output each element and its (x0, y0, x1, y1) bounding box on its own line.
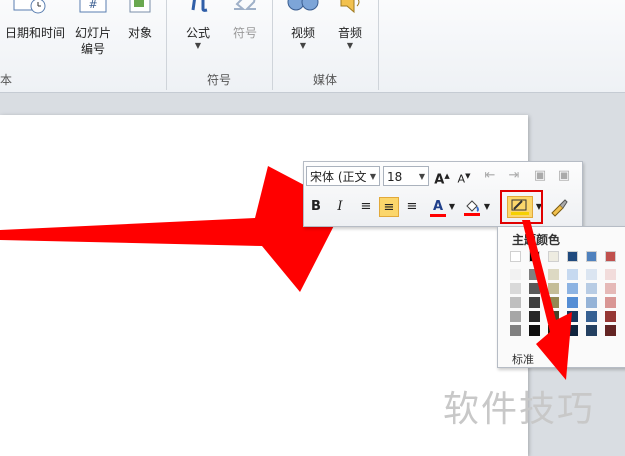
align-right-icon[interactable]: ≡ (402, 197, 422, 217)
font-color-button[interactable]: A (428, 197, 448, 217)
color-swatch[interactable] (586, 251, 597, 262)
equation-label: 公式 (185, 26, 210, 40)
group-media-label: 媒体 (313, 73, 338, 87)
video-label: 视频 (290, 26, 315, 40)
shrink-font-button[interactable]: A▼ (454, 166, 474, 186)
color-swatch[interactable] (510, 325, 521, 336)
color-swatch[interactable] (586, 311, 597, 322)
format-painter-icon[interactable] (548, 197, 568, 217)
bold-button[interactable]: B (306, 197, 326, 217)
red-down-arrow-annotation (522, 220, 572, 380)
align-center-icon[interactable]: ≡ (379, 197, 399, 217)
color-swatch[interactable] (510, 283, 521, 294)
color-swatch[interactable] (605, 269, 616, 280)
chevron-down-icon: ▼ (346, 41, 354, 50)
color-swatch[interactable] (605, 297, 616, 308)
chevron-down-icon[interactable]: ▼ (447, 197, 457, 217)
omega-icon (232, 0, 258, 14)
equation-button[interactable]: 公式 ▼ (178, 25, 218, 51)
color-swatch[interactable] (586, 297, 597, 308)
slide-number-icon: # (79, 0, 107, 16)
bold-glyph: B (311, 199, 321, 214)
font-color-glyph: A (432, 199, 444, 214)
group-separator (166, 0, 167, 90)
italic-glyph: I (337, 199, 343, 214)
font-name-combo[interactable]: 宋体 (正文 ▼ (306, 166, 380, 186)
chevron-down-icon: ▼ (418, 172, 425, 181)
object-button[interactable]: 对象 (120, 25, 160, 41)
color-swatch[interactable] (510, 297, 521, 308)
group-text-label: 本 (0, 73, 13, 87)
watermark-text: 软件技巧 (443, 389, 596, 430)
pi-icon (186, 0, 212, 14)
decrease-indent-icon[interactable]: ⇤ (480, 166, 500, 186)
color-swatch[interactable] (510, 269, 521, 280)
symbol-label: 符号 (232, 26, 257, 40)
grow-font-button[interactable]: A▲ (432, 166, 452, 188)
red-arrow-annotation (0, 166, 344, 292)
group-separator (272, 0, 273, 90)
color-swatch[interactable] (586, 283, 597, 294)
italic-button[interactable]: I (330, 197, 350, 217)
insert-ribbon: 日期和时间 # 幻灯片 编号 对象 本 公式 ▼ 符号 符号 视频 ▼ 音频 ▼… (0, 0, 625, 93)
color-swatch[interactable] (605, 283, 616, 294)
color-swatch[interactable] (605, 311, 616, 322)
align-left-icon[interactable]: ≡ (356, 197, 376, 217)
shrink-font-glyph: A (457, 172, 466, 186)
highlight-box-annotation (500, 190, 543, 224)
video-button[interactable]: 视频 ▼ (283, 25, 323, 51)
grow-font-glyph: A (434, 172, 445, 188)
calendar-clock-icon (12, 0, 46, 16)
slide-number-label-line2: 编号 (80, 42, 105, 56)
color-swatch[interactable] (510, 311, 521, 322)
color-swatch[interactable] (586, 325, 597, 336)
chevron-down-icon[interactable]: ▼ (482, 197, 492, 217)
film-reel-icon (286, 0, 320, 16)
color-swatch[interactable] (605, 325, 616, 336)
audio-button[interactable]: 音频 ▼ (330, 25, 370, 51)
slide-number-button[interactable]: 幻灯片 编号 (70, 25, 116, 57)
color-swatch[interactable] (605, 251, 616, 262)
font-color-underline (430, 214, 446, 217)
paint-bucket-icon[interactable] (462, 197, 482, 217)
chevron-down-icon: ▼ (194, 41, 202, 50)
datetime-button[interactable]: 日期和时间 (0, 25, 71, 41)
datetime-label: 日期和时间 (4, 26, 65, 40)
chevron-down-icon: ▼ (299, 41, 307, 50)
font-name-value: 宋体 (正文 (310, 170, 367, 184)
object-icon (128, 0, 152, 16)
font-size-combo[interactable]: 18 ▼ (383, 166, 429, 186)
slide-number-label-line1: 幻灯片 (74, 26, 111, 40)
audio-label: 音频 (337, 26, 362, 40)
bring-forward-icon[interactable]: ▣ (530, 166, 550, 186)
color-swatch[interactable] (586, 269, 597, 280)
group-separator (378, 0, 379, 90)
symbol-button[interactable]: 符号 (225, 25, 265, 41)
group-symbols-label: 符号 (207, 73, 232, 87)
slide-number-glyph: # (88, 0, 97, 11)
increase-indent-icon[interactable]: ⇥ (504, 166, 524, 186)
color-swatch[interactable] (510, 251, 521, 262)
chevron-down-icon: ▼ (369, 172, 376, 181)
font-size-value: 18 (387, 170, 403, 184)
object-label: 对象 (127, 26, 152, 40)
speaker-icon (338, 0, 362, 16)
send-backward-icon[interactable]: ▣ (554, 166, 574, 186)
